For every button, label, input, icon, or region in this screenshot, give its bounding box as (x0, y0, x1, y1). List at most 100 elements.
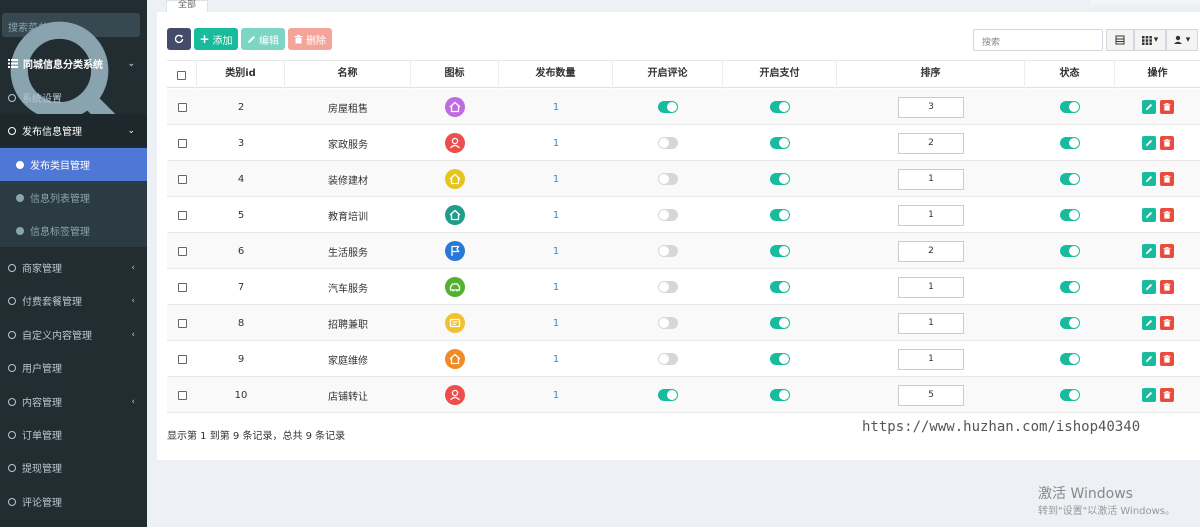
count-link[interactable]: 1 (553, 246, 559, 257)
row-edit-button[interactable] (1141, 244, 1156, 258)
row-checkbox[interactable] (177, 318, 187, 328)
header-id[interactable]: 类别id (197, 61, 285, 89)
pay-toggle[interactable] (770, 389, 790, 401)
status-toggle[interactable] (1060, 173, 1080, 185)
sort-input[interactable]: 5 (898, 384, 964, 406)
pay-toggle[interactable] (770, 209, 790, 221)
pay-toggle[interactable] (770, 353, 790, 365)
row-edit-button[interactable] (1141, 280, 1156, 294)
row-checkbox[interactable] (177, 174, 187, 184)
sort-input[interactable]: 3 (898, 96, 964, 118)
status-toggle[interactable] (1060, 101, 1080, 113)
count-link[interactable]: 1 (553, 210, 559, 221)
count-link[interactable]: 1 (553, 138, 559, 149)
sidebar-item-info-list[interactable]: 信息列表管理 (0, 181, 147, 214)
sidebar-search-input[interactable]: 搜索菜单 (8, 19, 48, 34)
row-checkbox[interactable] (177, 138, 187, 148)
sidebar-item-system-settings[interactable]: 系统设置 (0, 81, 147, 114)
row-checkbox[interactable] (177, 282, 187, 292)
sidebar-item-users[interactable]: 用户管理 (0, 351, 147, 384)
row-delete-button[interactable] (1159, 100, 1174, 114)
pay-toggle[interactable] (770, 173, 790, 185)
comment-toggle[interactable] (658, 137, 678, 149)
status-toggle[interactable] (1060, 317, 1080, 329)
row-checkbox[interactable] (177, 102, 187, 112)
row-checkbox[interactable] (177, 390, 187, 400)
row-checkbox[interactable] (177, 354, 187, 364)
row-edit-button[interactable] (1141, 172, 1156, 186)
comment-toggle[interactable] (658, 101, 678, 113)
status-toggle[interactable] (1060, 137, 1080, 149)
sidebar-item-merchant[interactable]: 商家管理 ‹ (0, 251, 147, 284)
row-edit-button[interactable] (1141, 388, 1156, 402)
pay-toggle[interactable] (770, 101, 790, 113)
sidebar-item-withdraw[interactable]: 提现管理 (0, 451, 147, 484)
comment-toggle[interactable] (658, 281, 678, 293)
sidebar-item-custom-content[interactable]: 自定义内容管理 ‹ (0, 318, 147, 351)
sort-input[interactable]: 1 (898, 168, 964, 190)
row-edit-button[interactable] (1141, 136, 1156, 150)
pay-toggle[interactable] (770, 245, 790, 257)
sidebar-item-category-manage[interactable]: 发布类目管理 (0, 148, 147, 181)
sort-input[interactable]: 1 (898, 276, 964, 298)
row-delete-button[interactable] (1159, 208, 1174, 222)
pay-toggle[interactable] (770, 317, 790, 329)
pay-toggle[interactable] (770, 281, 790, 293)
delete-button[interactable]: 删除 (288, 28, 332, 50)
status-toggle[interactable] (1060, 245, 1080, 257)
columns-dropdown-button[interactable]: ▾ (1134, 29, 1166, 51)
sort-input[interactable]: 1 (898, 348, 964, 370)
row-delete-button[interactable] (1159, 136, 1174, 150)
add-button[interactable]: + 添加 (194, 28, 238, 50)
sidebar-group-publish-info[interactable]: 发布信息管理 ⌄ (0, 114, 147, 147)
count-link[interactable]: 1 (553, 174, 559, 185)
status-toggle[interactable] (1060, 209, 1080, 221)
comment-toggle[interactable] (658, 389, 678, 401)
row-delete-button[interactable] (1159, 280, 1174, 294)
comment-toggle[interactable] (658, 173, 678, 185)
count-link[interactable]: 1 (553, 390, 559, 401)
comment-toggle[interactable] (658, 245, 678, 257)
row-delete-button[interactable] (1159, 172, 1174, 186)
sidebar-item-info-tags[interactable]: 信息标签管理 (0, 214, 147, 247)
sidebar-item-comments[interactable]: 评论管理 (0, 485, 147, 518)
row-edit-button[interactable] (1141, 316, 1156, 330)
row-delete-button[interactable] (1159, 352, 1174, 366)
sidebar-search[interactable]: 搜索菜单 (2, 13, 140, 146)
sidebar-group-system-root[interactable]: 同城信息分类系统 ⌄ (0, 47, 147, 80)
row-delete-button[interactable] (1159, 244, 1174, 258)
row-checkbox[interactable] (177, 210, 187, 220)
select-all-checkbox[interactable] (177, 70, 186, 80)
edit-button[interactable]: 编辑 (241, 28, 285, 50)
row-delete-button[interactable] (1159, 388, 1174, 402)
count-link[interactable]: 1 (553, 102, 559, 113)
sidebar-item-content[interactable]: 内容管理 ‹ (0, 385, 147, 418)
row-checkbox[interactable] (177, 246, 187, 256)
status-toggle[interactable] (1060, 353, 1080, 365)
row-edit-button[interactable] (1141, 208, 1156, 222)
count-link[interactable]: 1 (553, 282, 559, 293)
status-toggle[interactable] (1060, 389, 1080, 401)
pay-toggle[interactable] (770, 137, 790, 149)
comment-toggle[interactable] (658, 353, 678, 365)
sort-input[interactable]: 2 (898, 132, 964, 154)
cell-actions (1115, 125, 1200, 161)
toggle-view-button[interactable] (1106, 29, 1134, 51)
sidebar-item-paid-plans[interactable]: 付费套餐管理 ‹ (0, 284, 147, 317)
row-edit-button[interactable] (1141, 352, 1156, 366)
status-toggle[interactable] (1060, 281, 1080, 293)
table-search-input[interactable]: 搜索 (973, 29, 1103, 51)
tab-all[interactable]: 全部 (166, 0, 208, 12)
sort-input[interactable]: 1 (898, 312, 964, 334)
comment-toggle[interactable] (658, 317, 678, 329)
count-link[interactable]: 1 (553, 318, 559, 329)
comment-toggle[interactable] (658, 209, 678, 221)
export-dropdown-button[interactable]: ▾ (1166, 29, 1198, 51)
refresh-button[interactable] (167, 28, 191, 50)
sidebar-item-orders[interactable]: 订单管理 (0, 418, 147, 451)
count-link[interactable]: 1 (553, 354, 559, 365)
sort-input[interactable]: 1 (898, 204, 964, 226)
sort-input[interactable]: 2 (898, 240, 964, 262)
row-delete-button[interactable] (1159, 316, 1174, 330)
row-edit-button[interactable] (1141, 100, 1156, 114)
